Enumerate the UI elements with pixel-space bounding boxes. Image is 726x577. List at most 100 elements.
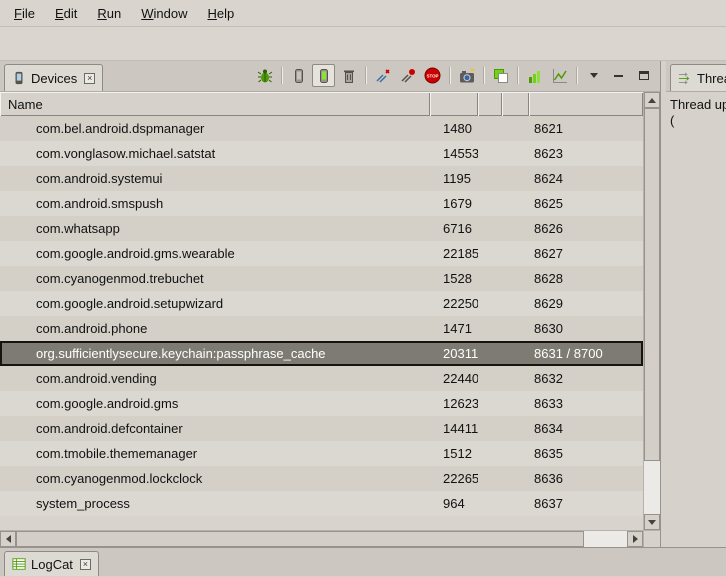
devices-panel: Devices × — [0, 61, 661, 547]
toolbar-separator — [449, 67, 450, 84]
threads-message: Thread up( — [666, 92, 726, 547]
process-name: com.android.systemui — [0, 171, 430, 186]
table-row[interactable]: com.google.android.gms.wearable 22185 86… — [0, 241, 643, 266]
hierarchy-view-icon[interactable] — [489, 64, 512, 87]
dump-hprof-icon[interactable] — [312, 64, 335, 87]
toolbar-separator — [576, 67, 577, 84]
process-pid: 20311 — [430, 346, 478, 361]
process-name: com.google.android.gms — [0, 396, 430, 411]
process-port: 8628 — [529, 271, 643, 286]
process-port: 8627 — [529, 246, 643, 261]
horizontal-scroll-thumb[interactable] — [16, 531, 584, 547]
column-header-name[interactable]: Name — [0, 92, 430, 116]
network-graph-icon[interactable] — [548, 64, 571, 87]
process-name: com.bel.android.dspmanager — [0, 121, 430, 136]
tab-devices-label: Devices — [31, 71, 77, 86]
toolbar-separator — [281, 67, 282, 84]
tab-devices-close-icon[interactable]: × — [84, 73, 95, 84]
process-name: com.cyanogenmod.lockclock — [0, 471, 430, 486]
bottom-bar: LogCat × — [0, 547, 726, 576]
scroll-down-icon[interactable] — [644, 514, 660, 530]
process-pid: 1471 — [430, 321, 478, 336]
table-row[interactable]: system_process 964 8637 — [0, 491, 643, 516]
vertical-scroll-thumb[interactable] — [644, 108, 660, 461]
threads-panel: Threads Thread up( — [666, 61, 726, 547]
profiling-bars-icon[interactable] — [523, 64, 546, 87]
process-port: 8636 — [529, 471, 643, 486]
main-toolbar — [0, 27, 726, 61]
table-row[interactable]: com.android.smspush 1679 8625 — [0, 191, 643, 216]
process-port: 8634 — [529, 421, 643, 436]
column-header-port[interactable] — [529, 92, 643, 116]
update-heap-icon[interactable] — [287, 64, 310, 87]
process-port: 8632 — [529, 371, 643, 386]
process-name: com.android.smspush — [0, 196, 430, 211]
process-name: com.whatsapp — [0, 221, 430, 236]
column-header-spare-1[interactable] — [478, 92, 502, 116]
screen-capture-icon[interactable] — [455, 64, 478, 87]
devices-toolbar: STOP — [253, 64, 655, 87]
menu-window[interactable]: Window — [132, 2, 196, 25]
table-row[interactable]: org.sufficientlysecure.keychain:passphra… — [0, 341, 643, 366]
process-pid: 22440 — [430, 371, 478, 386]
stop-process-icon[interactable]: STOP — [421, 64, 444, 87]
table-row[interactable]: com.android.phone 1471 8630 — [0, 316, 643, 341]
menu-edit[interactable]: Edit — [46, 2, 86, 25]
process-pid: 22265 — [430, 471, 478, 486]
table-row[interactable]: com.google.android.gms 12623 8633 — [0, 391, 643, 416]
scroll-up-icon[interactable] — [644, 92, 660, 108]
scroll-left-icon[interactable] — [0, 531, 16, 547]
table-row[interactable]: com.cyanogenmod.lockclock 22265 8636 — [0, 466, 643, 491]
process-name: com.google.android.gms.wearable — [0, 246, 430, 261]
process-pid: 1679 — [430, 196, 478, 211]
process-name: com.android.defcontainer — [0, 421, 430, 436]
table-row[interactable]: com.bel.android.dspmanager 1480 8621 — [0, 116, 643, 141]
table-row[interactable]: com.google.android.setupwizard 22250 862… — [0, 291, 643, 316]
tab-threads[interactable]: Threads — [670, 64, 726, 91]
maximize-icon[interactable] — [632, 64, 655, 87]
process-pid: 22250 — [430, 296, 478, 311]
process-port: 8633 — [529, 396, 643, 411]
process-port: 8621 — [529, 121, 643, 136]
process-pid: 14411 — [430, 421, 478, 436]
column-header-spare-2[interactable] — [502, 92, 529, 116]
process-pid: 1195 — [430, 171, 478, 186]
devices-tabstrip: Devices × — [0, 61, 660, 92]
horizontal-scrollbar[interactable] — [0, 531, 643, 547]
table-row[interactable]: com.whatsapp 6716 8626 — [0, 216, 643, 241]
tab-logcat[interactable]: LogCat × — [4, 551, 99, 576]
scroll-right-icon[interactable] — [627, 531, 643, 547]
menu-run[interactable]: Run — [88, 2, 130, 25]
menu-file[interactable]: File — [5, 2, 44, 25]
menu-help[interactable]: Help — [198, 2, 243, 25]
update-threads-icon[interactable] — [371, 64, 394, 87]
tab-logcat-close-icon[interactable]: × — [80, 559, 91, 570]
minimize-icon[interactable] — [607, 64, 630, 87]
device-table-body: com.bel.android.dspmanager 1480 8621 com… — [0, 116, 643, 530]
threads-icon — [678, 71, 692, 85]
tab-devices[interactable]: Devices × — [4, 64, 103, 91]
method-profiling-icon[interactable] — [396, 64, 419, 87]
table-row[interactable]: com.tmobile.thememanager 1512 8635 — [0, 441, 643, 466]
process-name: system_process — [0, 496, 430, 511]
table-row[interactable]: com.android.systemui 1195 8624 — [0, 166, 643, 191]
debug-icon[interactable] — [253, 64, 276, 87]
view-menu-icon[interactable] — [582, 64, 605, 87]
toolbar-separator — [483, 67, 484, 84]
table-row[interactable]: com.android.defcontainer 14411 8634 — [0, 416, 643, 441]
process-pid: 12623 — [430, 396, 478, 411]
vertical-scroll-track[interactable] — [644, 108, 660, 514]
process-port: 8629 — [529, 296, 643, 311]
table-row[interactable]: com.android.vending 22440 8632 — [0, 366, 643, 391]
process-name: com.vonglasow.michael.satstat — [0, 146, 430, 161]
process-port: 8625 — [529, 196, 643, 211]
menu-bar: File Edit Run Window Help — [0, 0, 726, 27]
horizontal-scroll-track[interactable] — [16, 531, 627, 547]
table-row[interactable]: com.cyanogenmod.trebuchet 1528 8628 — [0, 266, 643, 291]
table-row[interactable]: com.vonglasow.michael.satstat 14553 8623 — [0, 141, 643, 166]
cause-gc-icon[interactable] — [337, 64, 360, 87]
process-port: 8624 — [529, 171, 643, 186]
vertical-scrollbar[interactable] — [643, 92, 660, 530]
column-header-pid[interactable] — [430, 92, 478, 116]
process-pid: 22185 — [430, 246, 478, 261]
